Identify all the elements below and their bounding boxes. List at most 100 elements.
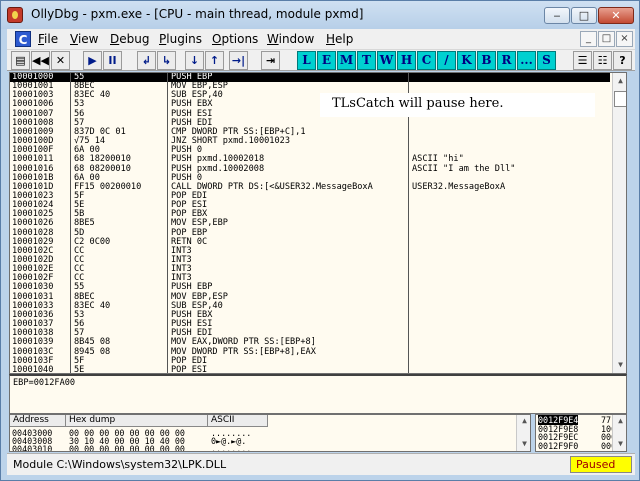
appearance-button[interactable]: ☷ (593, 51, 612, 70)
disassembly-row[interactable]: 10001000 55 PUSH EBP (10, 73, 610, 83)
pause-button[interactable]: II (103, 51, 122, 70)
references-button[interactable]: R (497, 51, 516, 70)
mdi-minimize-button[interactable]: _ (580, 31, 597, 47)
stack-pane[interactable]: 0012F9E4 77 0012F9E8 100 0012F9EC 000 0012F9F0… (535, 414, 627, 452)
source-button[interactable]: S (537, 51, 556, 70)
goto-icon: ⇥ (265, 54, 276, 67)
disassembly-row[interactable]: 10001030 55 PUSH EBP (10, 283, 610, 292)
cpu-button[interactable]: C (417, 51, 436, 70)
menu-help[interactable]: Help (326, 32, 353, 46)
disassembly-row[interactable]: 10001016 68 08200010 PUSH pxmd.10002008 ASC… (10, 163, 610, 174)
dump-pane[interactable]: Address Hex dump ASCII 00403000 00 00 00 … (9, 414, 531, 452)
dump-hex: 00 00 00 00 00 00 00 00 (69, 444, 185, 452)
scroll-down-icon[interactable]: ▼ (518, 439, 530, 449)
menu-bar: C File View Debug Plugins Options Window… (7, 29, 635, 49)
disassembly-row[interactable]: 10001036 53 PUSH EBX (10, 310, 610, 320)
disassembly-row[interactable]: 10001024 5E POP ESI (10, 200, 610, 210)
status-badge: Paused (570, 456, 632, 473)
scroll-up-icon[interactable]: ▲ (614, 416, 626, 426)
disassembly-row[interactable]: 1000102C CC INT3 (10, 246, 610, 256)
info-pane[interactable]: EBP=0012FA00 (9, 374, 627, 414)
executable-modules-button[interactable]: E (317, 51, 336, 70)
disassembly-cmt: ASCII "I am the Dll" (412, 163, 516, 174)
grid-icon: ☷ (597, 54, 608, 67)
stack-scrollbar[interactable]: ▲ ▼ (612, 415, 626, 451)
column-divider[interactable] (167, 73, 168, 373)
close-button[interactable]: ✕ (598, 7, 634, 24)
restart-button[interactable]: ◀◀ (31, 51, 50, 70)
execute-till-return-button[interactable]: →| (229, 51, 248, 70)
disassembly-row[interactable]: 10001023 5F POP EDI (10, 191, 610, 201)
column-divider[interactable] (408, 73, 409, 373)
step-into-icon: ↲ (141, 54, 152, 67)
scroll-down-icon[interactable]: ▼ (614, 358, 626, 372)
threads-button[interactable]: T (357, 51, 376, 70)
step-over-button[interactable]: ↳ (157, 51, 176, 70)
memory-map-button[interactable]: M (337, 51, 356, 70)
scroll-up-icon[interactable]: ▲ (614, 74, 626, 88)
open-button[interactable]: ▤ (11, 51, 30, 70)
call-stack-button[interactable]: K (457, 51, 476, 70)
maximize-icon: □ (578, 9, 590, 22)
trace-into-button[interactable]: ↓ (185, 51, 204, 70)
log-window-button[interactable]: L (297, 51, 316, 70)
dump-scrollbar[interactable]: ▲ ▼ (516, 415, 530, 451)
menu-options[interactable]: Options (212, 32, 258, 46)
column-divider[interactable] (70, 73, 71, 373)
menu-view[interactable]: View (70, 32, 98, 46)
windows-button[interactable]: W (377, 51, 396, 70)
maximize-button[interactable]: □ (571, 7, 597, 24)
annotation-tooltip: TLsCatch will pause here. (320, 93, 595, 117)
menu-file[interactable]: File (38, 32, 58, 46)
disassembly-row[interactable]: 1000103F 5F POP EDI (10, 356, 610, 366)
disassembly-row[interactable]: 1000103C 8945 08 MOV DWORD PTR SS:[EBP+8],… (10, 347, 610, 357)
rewind-icon: ◀◀ (32, 54, 49, 67)
run-trace-button[interactable]: ... (517, 51, 536, 70)
folder-open-icon: ▤ (15, 54, 26, 67)
menu-debug[interactable]: Debug (110, 32, 149, 46)
scroll-up-icon[interactable]: ▲ (518, 416, 530, 426)
cpu-window-icon[interactable]: C (15, 31, 31, 47)
dump-ascii: ........ (211, 444, 252, 452)
trace-over-button[interactable]: ↑ (205, 51, 224, 70)
menu-window[interactable]: Window (267, 32, 314, 46)
disassembly-row[interactable]: 10001037 56 PUSH ESI (10, 319, 610, 329)
disassembly-row[interactable]: 1000102D CC INT3 (10, 255, 610, 265)
disassembly-row[interactable]: 1000102F CC INT3 (10, 274, 610, 283)
handles-button[interactable]: H (397, 51, 416, 70)
window-title: OllyDbg - pxm.exe - [CPU - main thread, … (31, 7, 364, 21)
disassembly-row[interactable]: 1000100D √75 14 JNZ SHORT pxmd.10001023 (10, 136, 610, 146)
disassembly-row[interactable]: 1000102E CC INT3 (10, 264, 610, 274)
disassembly-row[interactable]: 10001025 5B POP EBX (10, 210, 610, 219)
disassembly-row[interactable]: 10001040 5E POP ESI (10, 364, 610, 374)
menu-plugins[interactable]: Plugins (159, 32, 202, 46)
mdi-close-button[interactable]: × (616, 31, 633, 47)
disassembly-row[interactable]: 10001033 83EC 40 SUB ESP,40 (10, 301, 610, 311)
breakpoints-button[interactable]: B (477, 51, 496, 70)
stack-row[interactable]: 0012F9F0 000 (538, 442, 616, 451)
minimize-button[interactable]: ‒ (544, 7, 570, 24)
step-into-button[interactable]: ↲ (137, 51, 156, 70)
patches-button[interactable]: / (437, 51, 456, 70)
disassembly-asm: POP ESI (171, 364, 208, 374)
mdi-restore-button[interactable]: □ (598, 31, 615, 47)
run-button[interactable]: ▶ (83, 51, 102, 70)
dump-header-address[interactable]: Address (10, 415, 66, 427)
scroll-thumb[interactable] (614, 91, 626, 107)
dump-header-hex[interactable]: Hex dump (66, 415, 208, 427)
disassembly-row[interactable]: 10001029 C2 0C00 RETN 0C (10, 237, 610, 247)
scroll-down-icon[interactable]: ▼ (614, 439, 626, 449)
disassembly-scrollbar[interactable]: ▲ ▼ (612, 73, 626, 373)
close-program-button[interactable]: ✕ (51, 51, 70, 70)
help-button[interactable]: ? (613, 51, 632, 70)
disassembly-pane[interactable]: 10001000 55 PUSH EBP 10001001 8BEC MOV EBP,ES… (9, 72, 627, 374)
close-icon: ✕ (611, 9, 621, 22)
dump-header-ascii[interactable]: ASCII (208, 415, 268, 427)
trace-into-icon: ↓ (189, 54, 200, 67)
debugging-options-button[interactable]: ☰ (573, 51, 592, 70)
title-bar[interactable]: OllyDbg - pxm.exe - [CPU - main thread, … (1, 1, 639, 29)
ollydbg-window: OllyDbg - pxm.exe - [CPU - main thread, … (0, 0, 640, 481)
disassembly-row[interactable]: 1000101D FF15 00200010 CALL DWORD PTR DS:[… (10, 182, 610, 192)
disassembly-row[interactable]: 10001026 8BE5 MOV ESP,EBP (10, 219, 610, 228)
goto-button[interactable]: ⇥ (261, 51, 280, 70)
